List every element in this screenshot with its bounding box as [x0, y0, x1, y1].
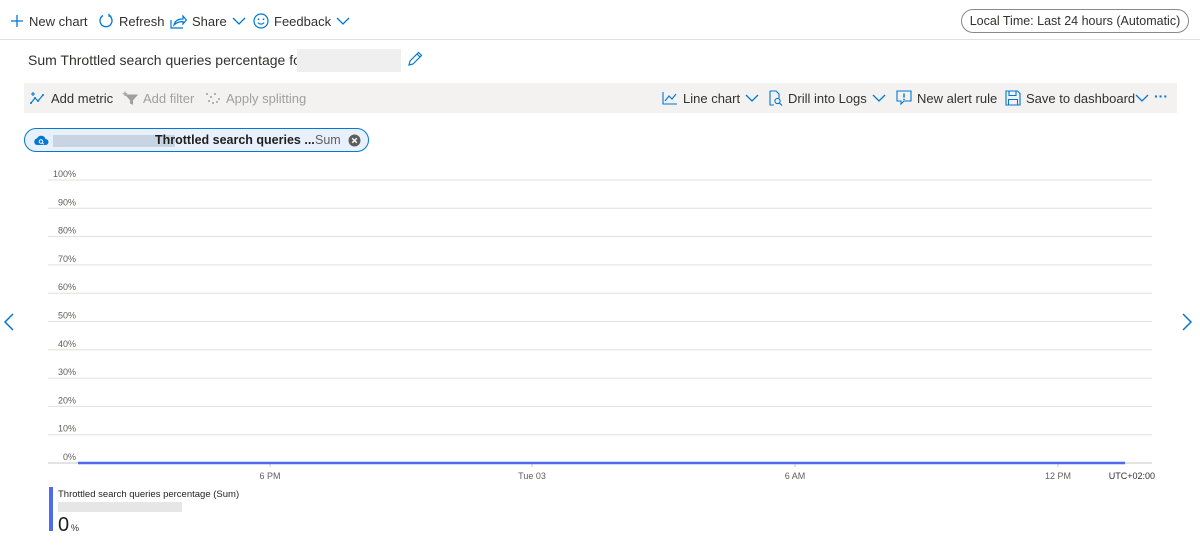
save-icon [1005, 90, 1021, 106]
save-to-dashboard-label: Save to dashboard [1026, 90, 1136, 106]
line-chart-label: Line chart [683, 90, 741, 106]
feedback-label: Feedback [274, 13, 332, 29]
y-tick-label: 20% [58, 395, 76, 405]
legend-series-name: Throttled search queries percentage (Sum… [58, 489, 240, 500]
redacted-resource-name [58, 502, 182, 512]
save-to-dashboard-button[interactable]: Save to dashboard [1005, 89, 1149, 107]
add-metric-button[interactable]: Add metric [30, 89, 113, 107]
chevron-down-icon [232, 17, 246, 25]
add-metric-icon [30, 92, 44, 104]
chevron-down-icon [872, 94, 886, 102]
chart-legend: Throttled search queries percentage (Sum… [49, 487, 309, 536]
grid-lines [48, 179, 1152, 464]
filter-icon [122, 91, 138, 105]
splitting-icon [206, 93, 220, 104]
chart-toolbar: Add metric Add filter Apply splitting Li… [24, 83, 1177, 113]
drill-into-logs-button[interactable]: Drill into Logs [767, 89, 886, 107]
chevron-down-icon [745, 94, 759, 102]
y-tick-label: 70% [58, 254, 76, 264]
x-tick-label: 12 PM [1045, 471, 1071, 481]
new-chart-button[interactable]: New chart [10, 11, 88, 31]
y-tick-label: 30% [58, 367, 76, 377]
apply-splitting-label: Apply splitting [226, 90, 307, 106]
y-tick-label: 80% [58, 226, 76, 236]
y-tick-label: 40% [58, 339, 76, 349]
line-chart-icon [662, 92, 677, 105]
x-tick-label: Tue 03 [518, 471, 546, 481]
new-chart-label: New chart [29, 13, 88, 29]
x-tick-label: 6 PM [259, 471, 280, 481]
y-tick-label: 10% [58, 424, 76, 434]
y-tick-label: 50% [58, 311, 76, 321]
metric-pill[interactable]: Throttled search queries ... Sum [24, 128, 369, 152]
add-filter-button[interactable]: Add filter [122, 89, 194, 107]
new-alert-rule-button[interactable]: New alert rule [896, 89, 997, 107]
apply-splitting-button[interactable]: Apply splitting [205, 89, 306, 107]
chevron-down-icon [336, 17, 350, 25]
new-alert-rule-label: New alert rule [917, 90, 998, 106]
alert-icon [896, 90, 912, 106]
command-bar: New chart Refresh Share Feedback Local T… [0, 0, 1200, 40]
plus-icon [11, 15, 23, 27]
share-icon [170, 13, 187, 29]
drill-into-logs-label: Drill into Logs [788, 90, 867, 106]
y-tick-label: 0% [63, 452, 76, 462]
refresh-icon [99, 13, 113, 28]
metric-pill-name: Throttled search queries ... [155, 133, 315, 147]
y-axis-ticks: 100% 90% 80% 70% 60% 50% 40% 30% 20% 10% 0% [53, 169, 76, 462]
refresh-label: Refresh [119, 13, 165, 29]
line-chart: 100% 90% 80% 70% 60% 50% 40% 30% 20% 10% 0% 6 PM Tu… [48, 169, 1155, 481]
redacted-resource-name [297, 49, 401, 72]
share-button[interactable]: Share [170, 11, 246, 31]
legend-unit: % [71, 523, 80, 533]
add-filter-label: Add filter [143, 90, 195, 106]
remove-metric-icon[interactable] [348, 134, 361, 147]
share-label: Share [192, 13, 227, 29]
y-tick-label: 90% [58, 197, 76, 207]
chevron-down-icon [1135, 94, 1149, 102]
legend-color-bar [49, 487, 53, 531]
time-range-picker[interactable]: Local Time: Last 24 hours (Automatic) [961, 9, 1189, 33]
y-tick-label: 100% [53, 169, 76, 179]
legend-value: 0 [58, 514, 70, 536]
timezone-label: UTC+02:00 [1109, 471, 1155, 481]
cloud-search-icon [34, 135, 49, 145]
more-options-button[interactable]: ··· [1154, 87, 1168, 105]
smiley-icon [253, 13, 269, 29]
pencil-icon[interactable] [406, 50, 424, 68]
refresh-button[interactable]: Refresh [98, 11, 165, 31]
y-tick-label: 60% [58, 282, 76, 292]
logs-search-icon [769, 90, 783, 106]
metric-pill-aggregation: Sum [315, 133, 341, 147]
feedback-button[interactable]: Feedback [253, 11, 350, 31]
x-axis-ticks: 6 PM Tue 03 6 AM 12 PM [259, 463, 1071, 481]
line-chart-button[interactable]: Line chart [662, 89, 759, 107]
chart-title: Sum Throttled search queries percentage … [28, 52, 306, 68]
add-metric-label: Add metric [51, 90, 114, 106]
x-tick-label: 6 AM [785, 471, 806, 481]
